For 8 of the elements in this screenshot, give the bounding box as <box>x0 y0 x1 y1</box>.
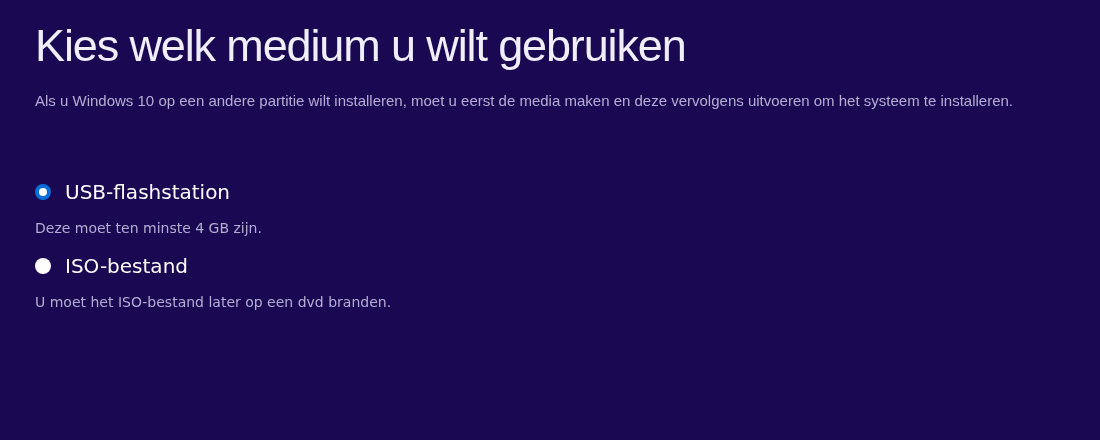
option-label[interactable]: ISO-bestand <box>65 252 188 280</box>
option-hint: Deze moet ten minste 4 GB zijn. <box>35 219 263 238</box>
description-text: Als u Windows 10 op een andere partitie wilt installeren, moet u eerst de media maken en deze vervolgens uitvoeren om het systeem te installeren. <box>35 91 1015 111</box>
radio-button[interactable] <box>35 258 51 274</box>
option-hint: U moet het ISO-bestand later op een dvd branden. <box>35 293 393 312</box>
page-title: Kies welk medium u wilt gebruiken <box>35 19 687 73</box>
radio-button[interactable] <box>35 184 51 200</box>
option-label[interactable]: USB-flashstation <box>65 178 231 206</box>
